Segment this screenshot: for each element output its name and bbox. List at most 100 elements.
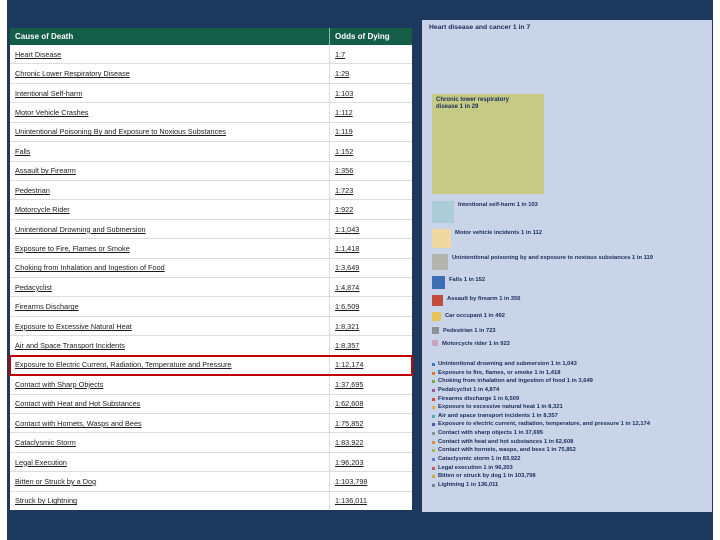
bullet-marker-icon — [432, 458, 435, 462]
bullets-list: Unintentional drowning and submersion 1 … — [432, 361, 706, 491]
odds-cell: 1:7 — [335, 49, 346, 59]
cause-cell: Assault by Firearm — [10, 161, 330, 180]
square-item: Motor vehicle incidents 1 in 112 — [432, 229, 704, 248]
odds-cell: 1:3,649 — [335, 263, 360, 273]
square-swatch — [432, 340, 438, 347]
square-swatch — [432, 254, 448, 270]
square-label: Motorcycle rider 1 in 922 — [442, 341, 510, 348]
cause-cell: Intentional Self-harm — [10, 83, 330, 103]
odds-table: Cause of Death Odds of Dying Heart Disea… — [9, 28, 413, 511]
odds-cell: 1:96,203 — [335, 457, 364, 467]
odds-cell: 1:136,011 — [335, 496, 367, 506]
square-label: Car occupant 1 in 492 — [445, 313, 505, 319]
table-row: Exposure to Excessive Natural Heat 1:8,32… — [10, 316, 412, 337]
bullet-item: Contact with sharp objects 1 in 37,695 — [432, 430, 706, 436]
table-row: Air and Space Transport Incidents 1:8,357 — [10, 336, 412, 356]
cause-cell: Unintentional Drowning and Submersion — [10, 219, 330, 239]
square-item: Intentional self-harm 1 in 103 — [432, 201, 704, 223]
header-cell-cause: Cause of Death — [10, 28, 330, 45]
bullet-label: Bitten or struck by dog 1 in 103,798 — [438, 473, 536, 480]
cause-cell: Motorcycle Rider — [10, 200, 330, 219]
table-row: Falls 1:152 — [10, 142, 412, 162]
bullet-marker-icon — [432, 414, 435, 418]
cause-cell: Contact with Hornets, Wasps and Bees — [10, 414, 330, 433]
bullet-item: Firearms discharge 1 in 6,509 — [432, 396, 706, 402]
square-item: Car occupant 1 in 492 — [432, 312, 704, 321]
bullet-marker-icon — [432, 388, 435, 392]
odds-cell: 1:29 — [335, 69, 350, 79]
odds-cell: 1:6,509 — [335, 302, 360, 312]
square-item: Assault by firearm 1 in 356 — [432, 295, 704, 306]
odds-cell: 1:12,174 — [335, 360, 364, 370]
square-swatch — [432, 327, 439, 334]
square-item: Falls 1 in 152 — [432, 276, 704, 289]
cause-cell: Pedacyclist — [10, 278, 330, 297]
table-row: Firearms Discharge 1:6,509 — [10, 297, 412, 317]
bullet-item: Legal execution 1 in 96,203 — [432, 465, 706, 471]
bullet-marker-icon — [432, 397, 435, 401]
cause-cell: Exposure to Fire, Flames or Smoke — [10, 239, 330, 258]
square-swatch — [432, 276, 445, 289]
square-label: Pedestrian 1 in 723 — [443, 328, 496, 334]
cause-cell: Motor Vehicle Crashes — [10, 103, 330, 122]
table-row: Heart Disease 1:7 — [10, 45, 412, 65]
square-swatch — [432, 295, 443, 306]
bullet-item: Exposure to excessive natural heat 1 in … — [432, 404, 706, 410]
square-swatch — [432, 312, 441, 321]
odds-cell: 1:723 — [335, 185, 354, 195]
cause-cell: Exposure to Excessive Natural Heat — [10, 316, 330, 336]
square-swatch — [432, 229, 451, 248]
bullet-item: Bitten or struck by dog 1 in 103,798 — [432, 473, 706, 479]
odds-cell: 1:1,418 — [335, 243, 360, 253]
square-label: Motor vehicle incidents 1 in 112 — [455, 230, 542, 236]
bullet-item: Choking from inhalation and ingestion of… — [432, 378, 706, 384]
bullet-item: Contact with heat and hot substances 1 i… — [432, 439, 706, 445]
cause-cell: Air and Space Transport Incidents — [10, 336, 330, 355]
table-row: Struck by Lightning 1:136,011 — [10, 491, 412, 511]
odds-cell: 1:8,357 — [335, 341, 360, 351]
bullet-item: Exposure to fire, flames, or smoke 1 in … — [432, 370, 706, 376]
odds-cell: 1:83,922 — [335, 438, 364, 448]
bullet-marker-icon — [432, 380, 435, 384]
odds-cell: 1:62,608 — [335, 399, 364, 409]
bullet-label: Legal execution 1 in 96,203 — [438, 464, 513, 471]
bullet-marker-icon — [432, 423, 435, 427]
bullet-marker-icon — [432, 483, 435, 487]
bullet-label: Exposure to fire, flames, or smoke 1 in … — [438, 369, 561, 376]
table-header: Cause of Death Odds of Dying — [10, 28, 412, 45]
table-row: Pedestrian 1:723 — [10, 180, 412, 201]
cause-cell: Pedestrian — [10, 180, 330, 200]
bullet-item: Contact with hornets, wasps, and bees 1 … — [432, 447, 706, 453]
odds-cell: 1:119 — [335, 127, 353, 137]
table-row: Exposure to Fire, Flames or Smoke 1:1,418 — [10, 239, 412, 259]
bullet-label: Contact with heat and hot substances 1 i… — [438, 438, 574, 445]
bullet-marker-icon — [432, 371, 435, 375]
table-row: Assault by Firearm 1:356 — [10, 161, 412, 181]
bullet-item: Exposure to electric current, radiation,… — [432, 421, 706, 427]
bullet-label: Contact with hornets, wasps, and bees 1 … — [438, 447, 576, 454]
odds-cell: 1:356 — [335, 166, 354, 176]
squares-list: Intentional self-harm 1 in 103 Motor vehi… — [432, 201, 704, 354]
bullet-label: Air and space transport incidents 1 in 8… — [438, 412, 558, 419]
bullet-label: Choking from inhalation and ingestion of… — [438, 378, 593, 385]
bullet-label: Exposure to excessive natural heat 1 in … — [438, 404, 563, 411]
table-row: Choking from Inhalation and Ingestion of… — [10, 258, 412, 279]
cause-cell: Contact with Sharp Objects — [10, 375, 330, 394]
square-item: Motorcycle rider 1 in 922 — [432, 340, 704, 347]
bullet-item: Pedalcyclist 1 in 4,874 — [432, 387, 706, 393]
table-row: Unintentional Drowning and Submersion 1:1… — [10, 219, 412, 240]
odds-cell: 1:4,874 — [335, 282, 360, 292]
cause-cell: Heart Disease — [10, 45, 330, 64]
table-rows: Heart Disease 1:7 Chronic Lower Respirator… — [9, 45, 413, 511]
table-row: Intentional Self-harm 1:103 — [10, 83, 412, 104]
big-square: Chronic lower respiratory disease 1 in 2… — [432, 94, 544, 194]
odds-cell: 1:152 — [335, 146, 354, 156]
bullet-marker-icon — [432, 475, 435, 479]
cause-cell: Firearms Discharge — [10, 297, 330, 316]
cause-cell: Unintentional Poisoning By and Exposure … — [10, 122, 330, 142]
table-row: Exposure to Electric Current, Radiation,… — [9, 354, 413, 377]
table-row: Pedacyclist 1:4,874 — [10, 278, 412, 298]
big-square-label: Chronic lower respiratory disease 1 in 2… — [436, 97, 510, 111]
bullet-label: Unintentional drowning and submersion 1 … — [438, 361, 577, 367]
table-row: Unintentional Poisoning By and Exposure … — [10, 122, 412, 143]
